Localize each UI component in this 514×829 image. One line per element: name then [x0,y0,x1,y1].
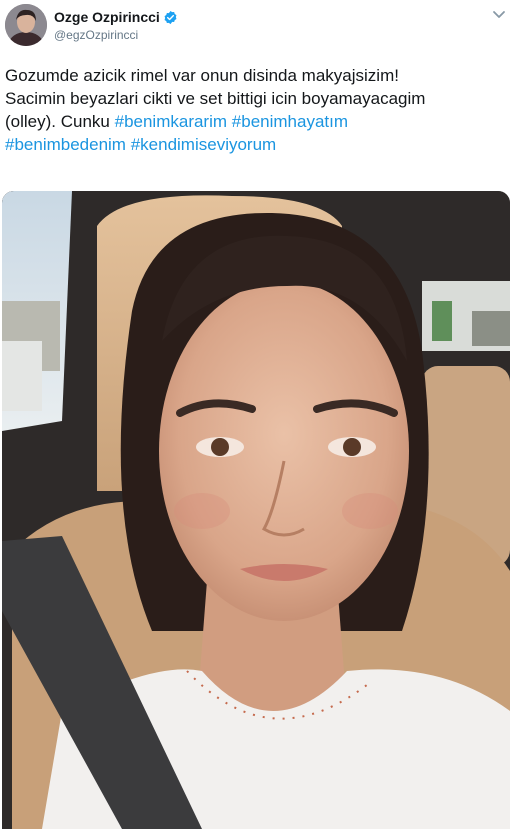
hashtag-link[interactable]: #kendimiseviyorum [131,135,277,154]
tweet-photo[interactable] [2,191,510,829]
tweet-header: Ozge Ozpirincci @egzOzpirincci [0,0,514,58]
author-handle[interactable]: @egzOzpirincci [54,28,138,42]
tweet-line-4: #benimbedenim #kendimiseviyorum [5,133,509,156]
selfie-photo-icon [2,191,510,829]
tweet-line-3: (olley). Cunku #benimkararim #benimhayat… [5,110,509,133]
hashtag-link[interactable]: #benimbedenim [5,135,126,154]
tweet-line-3-text: (olley). Cunku [5,112,115,131]
tweet-line-1: Gozumde azicik rimel var onun disinda ma… [5,66,399,85]
tweet-text: Gozumde azicik rimel var onun disinda ma… [5,64,509,156]
avatar[interactable] [5,4,47,46]
hashtag-link[interactable]: #benimkararim [115,112,227,131]
verified-badge-icon [164,10,177,24]
hashtag-link[interactable]: #benimhayatım [232,112,348,131]
display-name[interactable]: Ozge Ozpirincci [54,9,160,25]
avatar-photo-icon [5,4,47,46]
chevron-down-icon[interactable] [492,10,506,20]
author-name-row: Ozge Ozpirincci [54,9,178,25]
tweet-line-2: Sacimin beyazlari cikti ve set bittigi i… [5,89,426,108]
